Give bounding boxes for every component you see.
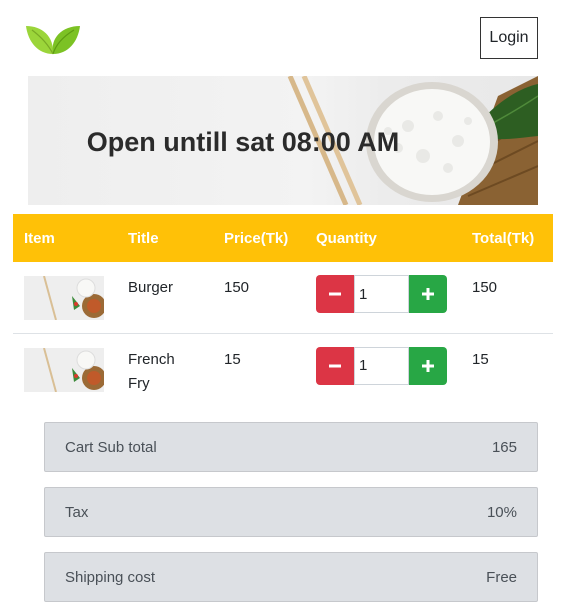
- shipping-row: Shipping cost Free: [44, 552, 538, 602]
- column-title: Title: [128, 229, 159, 247]
- minus-icon: [329, 364, 341, 367]
- subtotal-row: Cart Sub total 165: [44, 422, 538, 472]
- tax-row: Tax 10%: [44, 487, 538, 537]
- item-total: 15: [472, 350, 489, 368]
- hero-banner: Open untill sat 08:00 AM: [28, 76, 538, 205]
- item-price: 15: [224, 350, 241, 368]
- column-total: Total(Tk): [472, 229, 535, 247]
- plus-icon: [422, 288, 434, 300]
- column-item: Item: [24, 229, 55, 247]
- banner-title: Open untill sat 08:00 AM: [86, 127, 400, 157]
- decrease-quantity-button[interactable]: [316, 275, 354, 313]
- food-thumbnail: [24, 347, 104, 392]
- increase-quantity-button[interactable]: [409, 275, 447, 313]
- quantity-stepper: [316, 275, 461, 313]
- column-price: Price(Tk): [224, 229, 289, 247]
- table-row: French Fry 15 15: [13, 333, 553, 408]
- decrease-quantity-button[interactable]: [316, 346, 354, 385]
- item-title: Burger: [128, 279, 174, 296]
- minus-icon: [329, 292, 341, 296]
- cart-table-header: Item Title Price(Tk) Quantity Total(Tk): [13, 214, 553, 262]
- quantity-stepper: [316, 346, 461, 385]
- quantity-input[interactable]: [354, 275, 409, 313]
- tax-label: Tax: [65, 503, 89, 521]
- shipping-label: Shipping cost: [65, 568, 156, 586]
- table-row: Burger 150 150: [13, 262, 553, 333]
- item-total: 150: [472, 279, 498, 296]
- quantity-input[interactable]: [354, 346, 409, 385]
- item-title: French Fry: [128, 350, 175, 392]
- column-quantity: Quantity: [316, 229, 377, 247]
- increase-quantity-button[interactable]: [409, 346, 447, 385]
- quantity-cell: [305, 333, 461, 408]
- subtotal-value: 165: [491, 438, 517, 456]
- cart-table: Item Title Price(Tk) Quantity Total(Tk) …: [13, 214, 553, 408]
- item-cell: [13, 262, 117, 333]
- food-thumbnail: [24, 276, 104, 320]
- tax-value: 10%: [486, 503, 517, 521]
- item-price: 150: [224, 279, 250, 296]
- quantity-cell: [305, 262, 461, 333]
- subtotal-label: Cart Sub total: [65, 438, 157, 456]
- item-cell: [13, 333, 117, 408]
- plus-icon: [422, 359, 434, 372]
- leaf-icon[interactable]: [26, 20, 80, 56]
- shipping-value: Free: [486, 568, 517, 586]
- login-button[interactable]: Login: [480, 17, 538, 59]
